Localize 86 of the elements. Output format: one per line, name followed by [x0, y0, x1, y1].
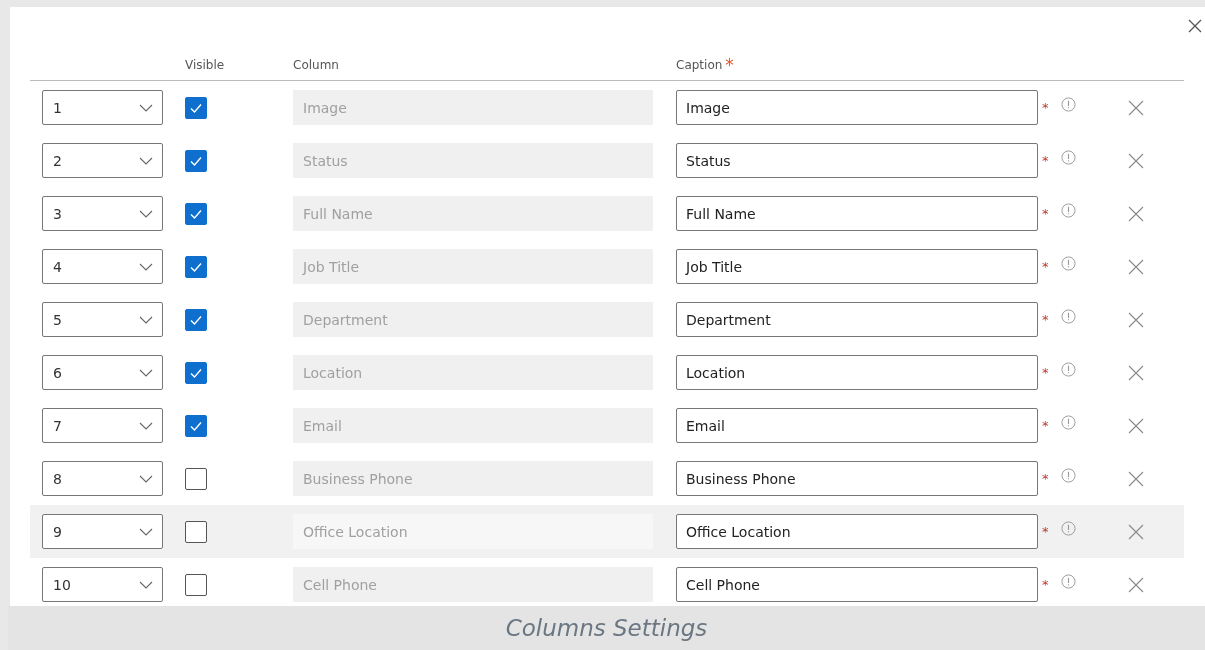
info-icon[interactable]: [1060, 415, 1076, 430]
column-name-field: Status: [293, 143, 653, 178]
column-name-field: Department: [293, 302, 653, 337]
required-mark: *: [1042, 577, 1049, 592]
visible-checkbox[interactable]: [185, 520, 207, 543]
caption-input[interactable]: Status: [676, 143, 1038, 178]
caption-input[interactable]: Image: [676, 90, 1038, 125]
info-icon[interactable]: [1060, 521, 1076, 536]
info-icon[interactable]: [1060, 362, 1076, 377]
required-mark: *: [1042, 153, 1049, 168]
column-name-field: Business Phone: [293, 461, 653, 496]
visible-checkbox[interactable]: [185, 255, 207, 278]
column-name-field: Email: [293, 408, 653, 443]
remove-icon[interactable]: [1127, 417, 1144, 434]
visible-checkbox[interactable]: [185, 361, 207, 384]
remove-icon[interactable]: [1127, 523, 1144, 540]
order-dropdown[interactable]: 10: [42, 567, 163, 602]
order-dropdown[interactable]: 3: [42, 196, 163, 231]
info-icon[interactable]: [1060, 309, 1076, 324]
visible-checkbox[interactable]: [185, 96, 207, 119]
caption-input[interactable]: Department: [676, 302, 1038, 337]
caption-input[interactable]: Office Location: [676, 514, 1038, 549]
order-dropdown[interactable]: 5: [42, 302, 163, 337]
column-header: Caption: [676, 58, 723, 72]
caret-icon: [139, 474, 153, 483]
caret-icon: [139, 421, 153, 430]
required-mark: *: [1042, 100, 1049, 115]
caret-icon: [139, 209, 153, 218]
caption-input[interactable]: Job Title: [676, 249, 1038, 284]
remove-icon[interactable]: [1127, 311, 1144, 328]
caption-input[interactable]: Business Phone: [676, 461, 1038, 496]
visible-checkbox[interactable]: [185, 149, 207, 172]
footer-caption: Columns Settings: [505, 615, 708, 641]
visible-checkbox[interactable]: [185, 202, 207, 225]
order-dropdown[interactable]: 6: [42, 355, 163, 390]
required-mark: *: [725, 58, 734, 72]
order-dropdown[interactable]: 9: [42, 514, 163, 549]
caption-input[interactable]: Location: [676, 355, 1038, 390]
required-mark: *: [1042, 312, 1049, 327]
caret-icon: [139, 156, 153, 165]
remove-icon[interactable]: [1127, 258, 1144, 275]
column-name-field: Cell Phone: [293, 567, 653, 602]
column-name-field: Job Title: [293, 249, 653, 284]
caret-icon: [139, 315, 153, 324]
remove-icon[interactable]: [1127, 470, 1144, 487]
caret-icon: [139, 103, 153, 112]
order-dropdown[interactable]: 1: [42, 90, 163, 125]
order-dropdown[interactable]: 4: [42, 249, 163, 284]
remove-icon[interactable]: [1127, 205, 1144, 222]
order-dropdown[interactable]: 8: [42, 461, 163, 496]
required-mark: *: [1042, 471, 1049, 486]
caret-icon: [139, 368, 153, 377]
required-mark: *: [1042, 418, 1049, 433]
remove-icon[interactable]: [1127, 152, 1144, 169]
remove-icon[interactable]: [1127, 99, 1144, 116]
visible-checkbox[interactable]: [185, 414, 207, 437]
info-icon[interactable]: [1060, 150, 1076, 165]
info-icon[interactable]: [1060, 574, 1076, 589]
caret-icon: [139, 580, 153, 589]
caret-icon: [139, 262, 153, 271]
visible-checkbox[interactable]: [185, 467, 207, 490]
order-dropdown[interactable]: 2: [42, 143, 163, 178]
info-icon[interactable]: [1060, 256, 1076, 271]
visible-checkbox[interactable]: [185, 573, 207, 596]
column-name-field: Location: [293, 355, 653, 390]
column-header: Visible: [185, 58, 225, 72]
caret-icon: [139, 527, 153, 536]
column-header: Column: [293, 58, 339, 72]
column-name-field: Image: [293, 90, 653, 125]
caption-input[interactable]: Full Name: [676, 196, 1038, 231]
caption-input[interactable]: Cell Phone: [676, 567, 1038, 602]
info-icon[interactable]: [1060, 97, 1076, 112]
required-mark: *: [1042, 259, 1049, 274]
close-icon[interactable]: [1188, 19, 1202, 33]
caption-input[interactable]: Email: [676, 408, 1038, 443]
column-name-field: Full Name: [293, 196, 653, 231]
required-mark: *: [1042, 524, 1049, 539]
remove-icon[interactable]: [1127, 576, 1144, 593]
remove-icon[interactable]: [1127, 364, 1144, 381]
info-icon[interactable]: [1060, 203, 1076, 218]
visible-checkbox[interactable]: [185, 308, 207, 331]
column-name-field: Office Location: [293, 514, 653, 549]
required-mark: *: [1042, 206, 1049, 221]
required-mark: *: [1042, 365, 1049, 380]
order-dropdown[interactable]: 7: [42, 408, 163, 443]
info-icon[interactable]: [1060, 468, 1076, 483]
